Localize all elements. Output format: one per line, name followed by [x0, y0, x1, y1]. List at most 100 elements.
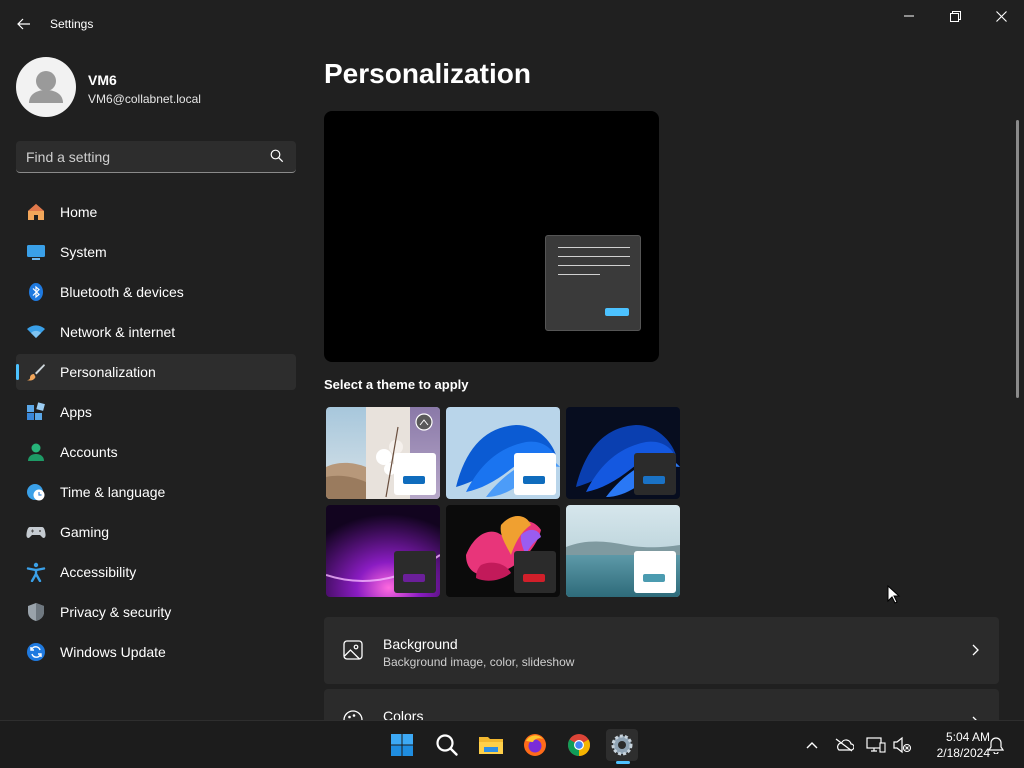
close-button[interactable] — [978, 0, 1024, 32]
sidebar-item-label: Apps — [60, 404, 92, 420]
sidebar-item-windows-update[interactable]: Windows Update — [16, 634, 296, 670]
minimize-icon — [904, 15, 914, 17]
start-button[interactable] — [386, 729, 418, 761]
taskbar-clock[interactable]: 5:04 AM 2/18/2024 — [920, 729, 990, 761]
active-app-indicator — [616, 761, 630, 764]
row-subtitle: Background image, color, slideshow — [383, 655, 575, 669]
sidebar-item-personalization[interactable]: Personalization — [16, 354, 296, 390]
sidebar-item-label: Bluetooth & devices — [60, 284, 184, 300]
sidebar-item-time-language[interactable]: Time & language — [16, 474, 296, 510]
preview-line — [558, 274, 600, 275]
clock-time: 5:04 AM — [945, 730, 990, 744]
theme-accent-sample — [403, 574, 425, 582]
background-setting-row[interactable]: Background Background image, color, slid… — [324, 617, 999, 684]
sidebar-item-system[interactable]: System — [16, 234, 296, 270]
system-icon — [27, 245, 45, 260]
preview-line — [558, 265, 630, 266]
bluetooth-icon — [29, 283, 43, 301]
taskbar-chrome[interactable] — [563, 729, 595, 761]
file-explorer-icon — [479, 737, 503, 754]
sidebar-item-accessibility[interactable]: Accessibility — [16, 554, 296, 590]
update-icon — [27, 643, 45, 661]
settings-icon — [611, 734, 633, 756]
back-button[interactable] — [10, 10, 38, 38]
sidebar-item-label: Time & language — [60, 484, 166, 500]
theme-flow[interactable] — [566, 505, 680, 597]
user-email: VM6@collabnet.local — [88, 92, 201, 106]
back-arrow-icon — [17, 18, 30, 30]
sidebar-item-label: Personalization — [60, 364, 156, 380]
sidebar-item-home[interactable]: Home — [16, 194, 296, 230]
theme-sample-window — [514, 551, 556, 593]
theme-spotlight[interactable] — [326, 407, 440, 499]
theme-accent-sample — [643, 476, 665, 484]
theme-sample-window — [394, 453, 436, 495]
search-icon — [436, 734, 458, 756]
onedrive-offline-icon — [835, 738, 854, 752]
palette-icon — [343, 710, 363, 720]
search-icon[interactable] — [270, 149, 284, 163]
picture-icon — [343, 640, 363, 660]
network-wired-icon — [866, 737, 886, 753]
sidebar-item-label: Home — [60, 204, 98, 220]
search-input[interactable] — [26, 141, 266, 172]
sidebar-item-network[interactable]: Network & internet — [16, 314, 296, 350]
user-profile[interactable]: VM6 VM6@collabnet.local — [16, 57, 296, 117]
start-icon — [391, 734, 413, 756]
mouse-cursor-icon — [887, 585, 901, 604]
chrome-icon — [568, 734, 590, 756]
taskbar: 5:04 AM 2/18/2024 — [0, 720, 1024, 768]
taskbar-search-button[interactable] — [431, 729, 463, 761]
minimize-button[interactable] — [886, 0, 932, 32]
onedrive-tray-button[interactable] — [834, 735, 854, 755]
page-title: Personalization — [324, 58, 531, 89]
show-hidden-icons-button[interactable] — [802, 735, 822, 755]
themes-heading: Select a theme to apply — [324, 377, 469, 392]
row-title: Colors — [383, 708, 424, 720]
apps-icon — [27, 402, 45, 420]
brush-icon — [27, 364, 45, 381]
taskbar-settings[interactable] — [606, 729, 638, 761]
theme-captured-motion[interactable] — [446, 505, 560, 597]
clock-globe-icon — [27, 484, 45, 501]
taskbar-file-explorer[interactable] — [475, 729, 507, 761]
chevron-up-icon — [806, 742, 818, 749]
home-icon — [28, 204, 44, 220]
sidebar-item-accounts[interactable]: Accounts — [16, 434, 296, 470]
theme-sample-window — [394, 551, 436, 593]
theme-accent-sample — [523, 574, 545, 582]
sidebar-item-label: Privacy & security — [60, 604, 172, 620]
row-title: Background — [383, 636, 458, 652]
shield-icon — [28, 603, 44, 621]
sidebar-item-gaming[interactable]: Gaming — [16, 514, 296, 550]
sidebar-item-label: Gaming — [60, 524, 110, 540]
preview-accent-button — [605, 308, 629, 316]
notifications-button[interactable] — [986, 735, 1006, 755]
theme-windows-dark[interactable] — [566, 407, 680, 499]
sidebar-item-privacy-security[interactable]: Privacy & security — [16, 594, 296, 630]
preview-line — [558, 256, 630, 257]
sidebar-item-apps[interactable]: Apps — [16, 394, 296, 430]
search-box — [16, 141, 296, 173]
theme-accent-sample — [403, 476, 425, 484]
volume-tray-button[interactable] — [892, 735, 912, 755]
app-title: Settings — [50, 17, 94, 31]
restore-button[interactable] — [932, 0, 978, 32]
sidebar-item-bluetooth[interactable]: Bluetooth & devices — [16, 274, 296, 310]
taskbar-firefox[interactable] — [519, 729, 551, 761]
scrollbar-thumb[interactable] — [1016, 120, 1019, 398]
bell-icon — [988, 737, 1004, 754]
sidebar-item-label: Accessibility — [60, 564, 137, 580]
selection-indicator — [16, 364, 19, 380]
theme-glow[interactable] — [326, 505, 440, 597]
sidebar-item-label: Network & internet — [60, 324, 176, 340]
network-tray-button[interactable] — [866, 735, 886, 755]
restore-icon — [949, 10, 961, 22]
close-icon — [995, 10, 1007, 22]
preview-window — [545, 235, 641, 331]
gamepad-icon — [26, 527, 46, 538]
theme-sample-window — [634, 551, 676, 593]
theme-sample-window — [634, 453, 676, 495]
theme-windows-light[interactable] — [446, 407, 560, 499]
colors-setting-row[interactable]: Colors — [324, 689, 999, 720]
